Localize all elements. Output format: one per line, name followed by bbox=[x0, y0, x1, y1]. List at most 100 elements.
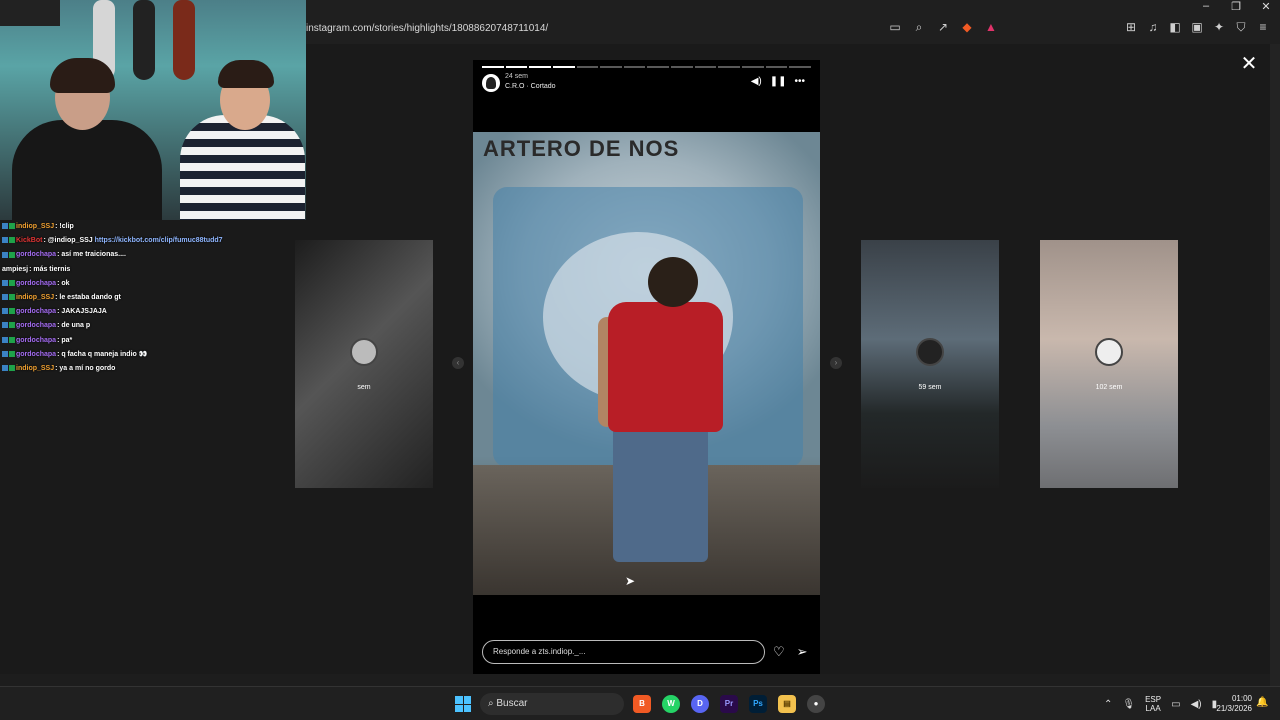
clock[interactable]: 01:00 21/3/2026 bbox=[1212, 694, 1252, 714]
progress-segment bbox=[482, 66, 504, 68]
stream-chat: indiop_SSJ: !clip KickBot: @indiop_SSJ ht… bbox=[0, 220, 306, 375]
pause-icon[interactable]: ❚❚ bbox=[770, 76, 787, 87]
chat-username[interactable]: gordochapa bbox=[16, 337, 56, 344]
discord-app-icon[interactable]: D bbox=[691, 695, 709, 713]
brave-rewards-icon[interactable]: ▲ bbox=[984, 20, 998, 34]
next-arrow-icon[interactable]: › bbox=[830, 357, 842, 369]
badge-icon bbox=[2, 279, 8, 286]
cast-icon[interactable]: ▭ bbox=[888, 20, 902, 34]
sidebar-icon[interactable]: ◧ bbox=[1168, 20, 1182, 34]
taskbar-search[interactable]: ⌕ Buscar bbox=[480, 693, 624, 715]
brave-shields-icon[interactable]: ◆ bbox=[960, 20, 974, 34]
reply-placeholder: Responde a zts.indiop._... bbox=[493, 647, 586, 656]
badge-icon bbox=[2, 308, 8, 315]
story-preview-next[interactable]: 59 sem bbox=[861, 240, 999, 488]
story-preview-previous[interactable]: sem bbox=[295, 240, 433, 488]
horizontal-scrollbar[interactable] bbox=[0, 674, 1270, 686]
progress-segment bbox=[552, 66, 575, 68]
chat-text: : más tiernis bbox=[29, 265, 71, 273]
zoom-icon[interactable]: ⌕ bbox=[912, 20, 926, 34]
send-icon[interactable]: ➢ bbox=[797, 644, 808, 660]
reply-input[interactable]: Responde a zts.indiop._... bbox=[482, 640, 765, 664]
story-card: 24 sem C.R.O · Cortado ◀) ❚❚ ••• ARTERO … bbox=[473, 60, 820, 674]
badge-icon bbox=[9, 322, 15, 329]
address-tools: ▭ ⌕ ↗ ◆ ▲ bbox=[888, 20, 998, 34]
guitar bbox=[173, 0, 195, 80]
badge-icon bbox=[9, 308, 15, 315]
streamer-hair bbox=[50, 58, 115, 93]
whatsapp-app-icon[interactable]: W bbox=[662, 695, 680, 713]
minimize-icon[interactable]: – bbox=[1200, 0, 1212, 13]
chat-username[interactable]: gordochapa bbox=[16, 308, 56, 315]
wallet-icon[interactable]: ▣ bbox=[1190, 20, 1204, 34]
streamer-body bbox=[12, 120, 162, 220]
progress-segment bbox=[623, 66, 646, 68]
chat-username[interactable]: indiop_SSJ bbox=[16, 294, 54, 301]
notification-bell-icon[interactable]: 🔔 bbox=[1256, 697, 1268, 708]
leo-ai-icon[interactable]: ✦ bbox=[1212, 20, 1226, 34]
badge-icon bbox=[9, 336, 15, 343]
chat-text: : así me traicionas.... bbox=[57, 251, 126, 259]
menu-icon[interactable]: ≡ bbox=[1256, 20, 1270, 34]
premiere-app-icon[interactable]: Pr bbox=[720, 695, 738, 713]
vpn-icon[interactable]: ⛉ bbox=[1234, 20, 1248, 34]
chat-text: : !clip bbox=[55, 223, 74, 230]
chat-username[interactable]: ampiesj bbox=[2, 266, 28, 273]
chat-message: gordochapa: de una p bbox=[0, 319, 306, 333]
photoshop-app-icon[interactable]: Ps bbox=[749, 695, 767, 713]
chat-message: gordochapa: así me traicionas.... bbox=[0, 248, 306, 262]
chat-username[interactable]: indiop_SSJ bbox=[16, 223, 54, 230]
network-icon[interactable]: ▭ bbox=[1171, 699, 1180, 710]
profile-avatar[interactable] bbox=[482, 74, 500, 92]
more-options-icon[interactable]: ••• bbox=[794, 76, 805, 87]
taskbar: ⌕ Buscar B W D Pr Ps ▤ ● ⌃ 🎙 ESP LAA ▭ ◀) ▮ 01… bbox=[0, 686, 1280, 720]
story-header: 24 sem C.R.O · Cortado ◀) ❚❚ ••• bbox=[482, 73, 811, 95]
system-tray: ⌃ 🎙 ESP LAA ▭ ◀) ▮ bbox=[1104, 693, 1217, 715]
story-music[interactable]: C.R.O · Cortado bbox=[505, 83, 556, 90]
chat-username[interactable]: gordochapa bbox=[16, 351, 56, 358]
close-story-icon[interactable]: ✕ bbox=[1239, 51, 1259, 76]
windows-start-icon[interactable] bbox=[455, 696, 471, 712]
taskbar-apps: B W D Pr Ps ▤ ● bbox=[633, 695, 825, 713]
story-image[interactable]: ARTERO DE NOS ➤ bbox=[473, 132, 820, 595]
chat-username[interactable]: gordochapa bbox=[16, 251, 56, 258]
story-progress bbox=[482, 66, 811, 68]
mute-icon[interactable]: ◀) bbox=[751, 76, 762, 87]
microphone-icon[interactable]: 🎙 bbox=[1122, 699, 1135, 710]
badge-icon bbox=[2, 294, 8, 301]
badge-icon bbox=[2, 223, 8, 230]
chat-username[interactable]: KickBot bbox=[16, 237, 42, 244]
window-controls: – ❐ ✕ bbox=[1200, 0, 1272, 13]
chevron-up-icon[interactable]: ⌃ bbox=[1104, 699, 1112, 710]
badge-icon bbox=[2, 336, 8, 343]
brave-app-icon[interactable]: B bbox=[633, 695, 651, 713]
chat-message: ampiesj: más tiernis bbox=[0, 263, 306, 277]
chat-text: : pa* bbox=[57, 336, 73, 344]
chat-username[interactable]: gordochapa bbox=[16, 322, 56, 329]
obs-app-icon[interactable]: ● bbox=[807, 695, 825, 713]
language-indicator[interactable]: ESP LAA bbox=[1145, 695, 1161, 713]
person-head bbox=[648, 257, 698, 307]
like-heart-icon[interactable]: ♡ bbox=[773, 644, 785, 660]
music-icon[interactable]: ♫ bbox=[1146, 20, 1160, 34]
progress-segment bbox=[576, 66, 599, 68]
previous-arrow-icon[interactable]: ‹ bbox=[452, 357, 464, 369]
badge-icon bbox=[9, 251, 15, 258]
window-close-icon[interactable]: ✕ bbox=[1260, 0, 1272, 13]
chat-message: gordochapa: ok bbox=[0, 277, 306, 291]
chat-link[interactable]: https://kickbot.com/clip/fumuc88tudd7 bbox=[93, 237, 223, 244]
mouse-cursor-icon: ➤ bbox=[625, 574, 636, 588]
progress-segment bbox=[505, 66, 528, 68]
page-scrollbar[interactable] bbox=[1270, 44, 1280, 686]
explorer-app-icon[interactable]: ▤ bbox=[778, 695, 796, 713]
restore-icon[interactable]: ❐ bbox=[1230, 0, 1242, 13]
story-preview-next-2[interactable]: 102 sem bbox=[1040, 240, 1178, 488]
preview-avatar bbox=[916, 338, 944, 366]
chat-username[interactable]: indiop_SSJ bbox=[16, 365, 54, 372]
chat-username[interactable]: gordochapa bbox=[16, 280, 56, 287]
chat-message: gordochapa: pa* bbox=[0, 334, 306, 348]
tab-search-icon[interactable]: ⊞ bbox=[1124, 20, 1138, 34]
chat-message: KickBot: @indiop_SSJ https://kickbot.com… bbox=[0, 234, 306, 248]
volume-icon[interactable]: ◀) bbox=[1191, 699, 1202, 710]
share-icon[interactable]: ↗ bbox=[936, 20, 950, 34]
